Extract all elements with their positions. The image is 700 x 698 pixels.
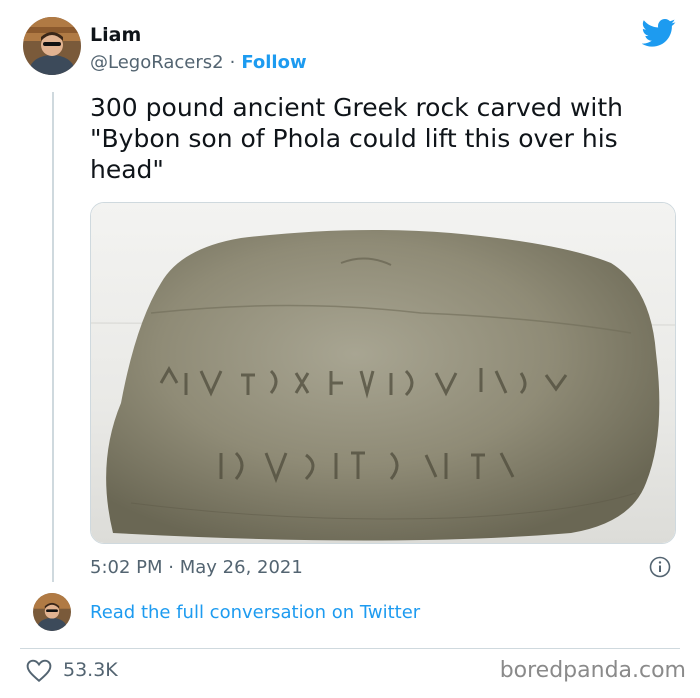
read-full-conversation-link[interactable]: Read the full conversation on Twitter — [90, 602, 420, 623]
author-avatar[interactable] — [23, 17, 81, 75]
handle-separator: · — [229, 52, 236, 73]
tweet-time: 5:02 PM — [90, 557, 163, 578]
tweet-text: 300 pound ancient Greek rock carved with… — [90, 93, 624, 184]
tweet-date: May 26, 2021 — [179, 557, 303, 578]
footer-divider — [20, 648, 680, 649]
author-handle-line: @LegoRacers2 · Follow — [90, 52, 307, 73]
source-watermark: boredpanda.com — [499, 658, 686, 683]
author-name[interactable]: Liam — [90, 24, 141, 46]
heart-icon[interactable] — [26, 659, 52, 683]
conversation-avatar — [33, 593, 71, 631]
info-icon[interactable] — [649, 556, 671, 578]
follow-button[interactable]: Follow — [241, 52, 306, 73]
tweet-photo[interactable] — [90, 202, 676, 544]
thread-connector-line — [52, 92, 54, 582]
like-count: 53.3K — [63, 659, 118, 681]
timestamp-separator: · — [168, 557, 174, 578]
tweet-timestamp[interactable]: 5:02 PM · May 26, 2021 — [90, 557, 303, 578]
twitter-bird-icon[interactable] — [641, 18, 676, 48]
author-handle[interactable]: @LegoRacers2 — [90, 52, 224, 73]
